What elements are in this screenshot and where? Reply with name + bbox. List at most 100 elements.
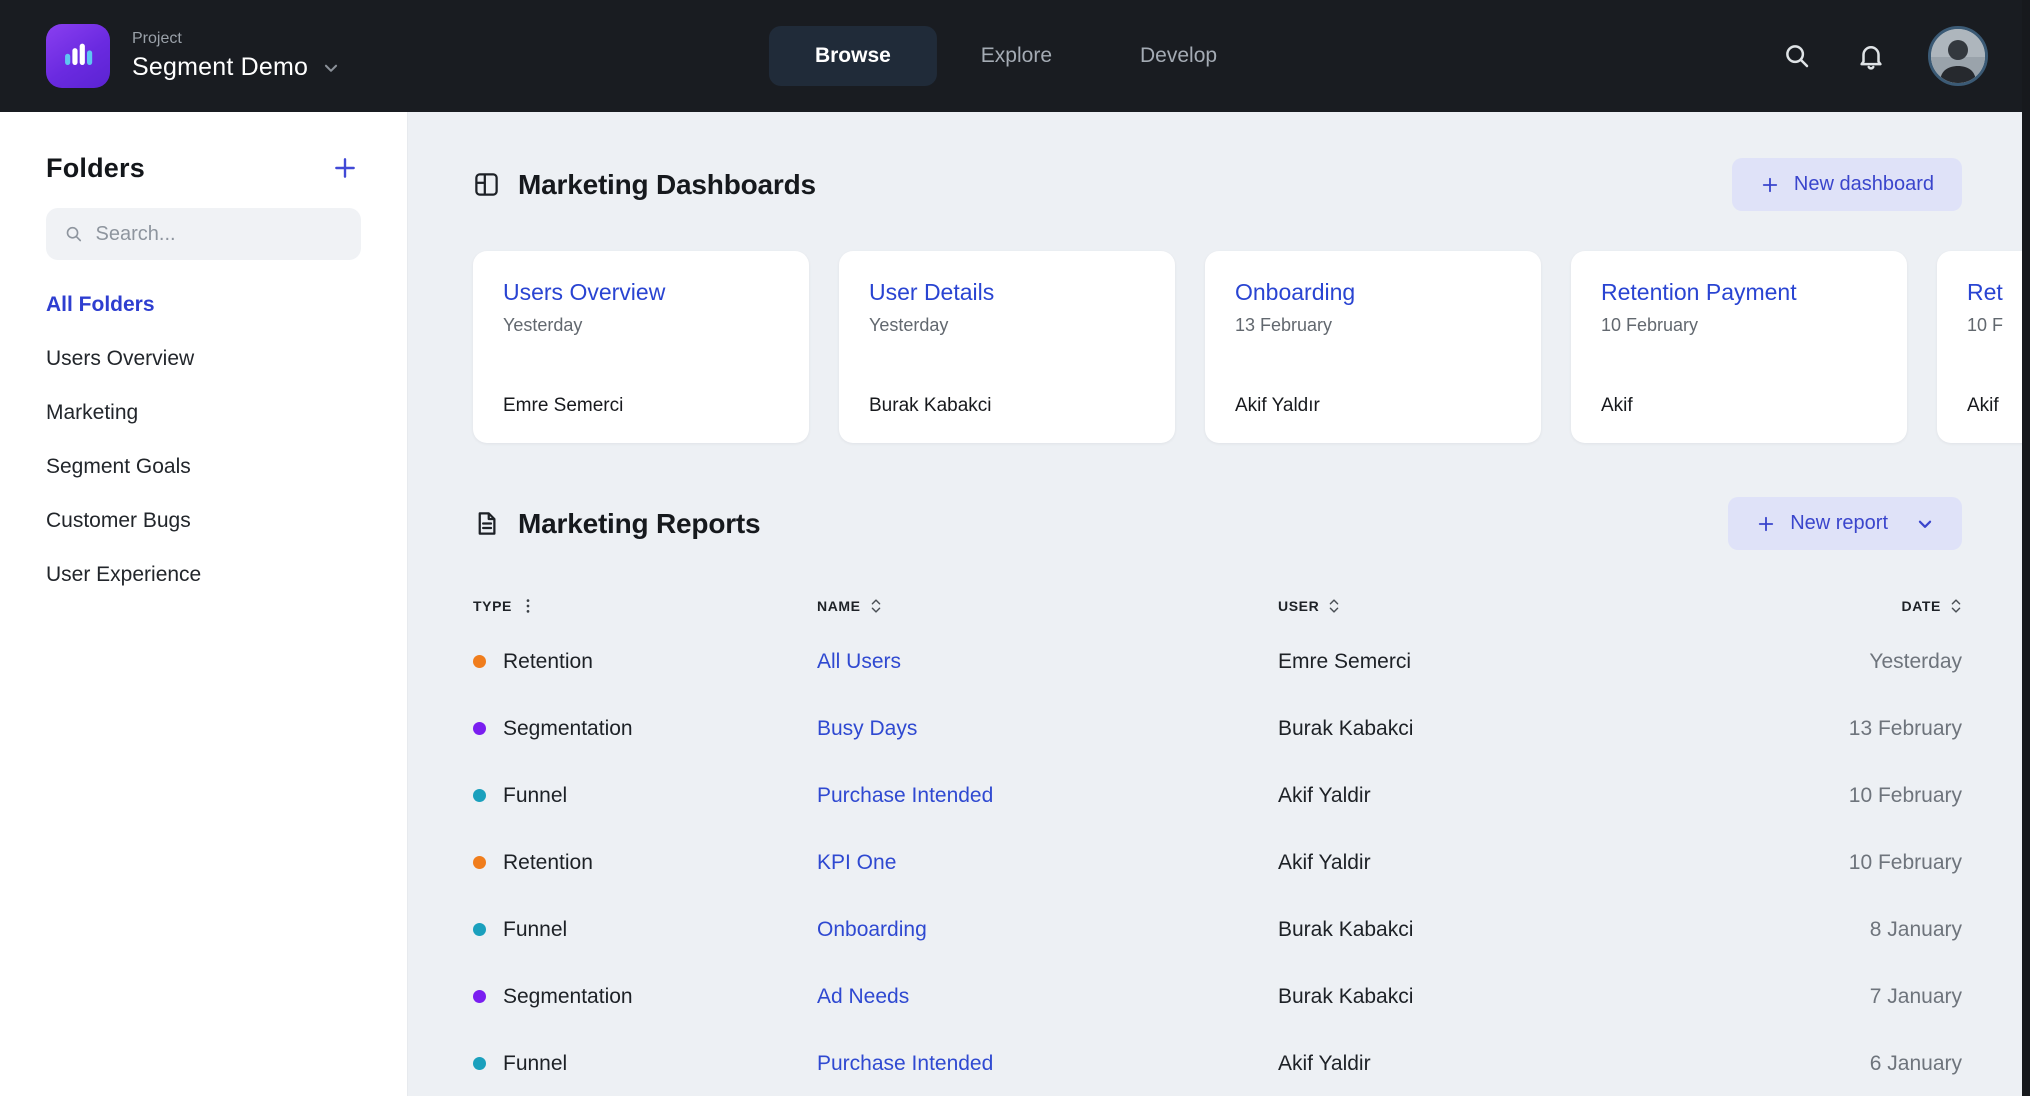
sidebar-title: Folders xyxy=(46,153,145,184)
folder-search xyxy=(46,208,361,260)
file-text-icon xyxy=(473,510,500,537)
sidebar-folder-item[interactable]: Marketing xyxy=(46,386,361,440)
sort-arrows-icon xyxy=(1328,597,1340,615)
report-type-cell: Funnel xyxy=(473,918,817,942)
reports-table-header: TYPE NAME USER xyxy=(473,584,1962,628)
kebab-dots-icon xyxy=(521,597,535,615)
report-name-link[interactable]: Purchase Intended xyxy=(817,784,1278,808)
new-dashboard-button[interactable]: New dashboard xyxy=(1732,158,1962,211)
dashboard-cards: Users Overview Yesterday Emre Semerci Us… xyxy=(473,251,1962,443)
dashboard-card-author: Akif xyxy=(1601,395,1877,417)
reports-title: Marketing Reports xyxy=(518,508,760,540)
folder-search-input[interactable] xyxy=(96,223,343,246)
folders-sidebar: Folders All Folders Users Overview Marke… xyxy=(0,112,408,1096)
report-date: 7 January xyxy=(1758,985,1962,1009)
report-type-dot xyxy=(473,923,486,936)
new-report-button[interactable]: New report xyxy=(1728,497,1962,550)
project-selector[interactable]: Project Segment Demo xyxy=(46,24,340,88)
report-row: Funnel Onboarding Burak Kabakci 8 Januar… xyxy=(473,896,1962,963)
project-label: Project xyxy=(132,30,340,48)
report-name-link[interactable]: KPI One xyxy=(817,851,1278,875)
dashboard-card-author: Burak Kabakci xyxy=(869,395,1145,417)
column-header-user[interactable]: USER xyxy=(1278,597,1758,615)
plus-icon xyxy=(1760,175,1780,195)
report-name-link[interactable]: Onboarding xyxy=(817,918,1278,942)
report-name-link[interactable]: Purchase Intended xyxy=(817,1052,1278,1076)
nav-tab[interactable]: Browse xyxy=(769,26,937,86)
report-name-link[interactable]: Ad Needs xyxy=(817,985,1278,1009)
dashboard-card[interactable]: Retention Payment 10 February Akif xyxy=(1571,251,1907,443)
report-type-label: Segmentation xyxy=(503,985,633,1009)
window-edge-strip xyxy=(2022,0,2030,1096)
dashboard-card-date: Yesterday xyxy=(869,315,1145,336)
report-type-cell: Funnel xyxy=(473,784,817,808)
report-user: Akif Yaldir xyxy=(1278,784,1758,808)
report-type-dot xyxy=(473,856,486,869)
report-type-label: Retention xyxy=(503,650,593,674)
report-type-cell: Funnel xyxy=(473,1052,817,1076)
dashboards-section: Marketing Dashboards New dashboard Users… xyxy=(473,158,1962,443)
dashboard-card[interactable]: User Details Yesterday Burak Kabakci xyxy=(839,251,1175,443)
report-date: 10 February xyxy=(1758,784,1962,808)
dashboard-card-date: Yesterday xyxy=(503,315,779,336)
add-folder-button[interactable] xyxy=(329,152,361,184)
sidebar-folder-item[interactable]: Segment Goals xyxy=(46,440,361,494)
report-row: Retention KPI One Akif Yaldir 10 Februar… xyxy=(473,829,1962,896)
reports-section: Marketing Reports New report TYPE xyxy=(473,497,1962,1096)
new-dashboard-label: New dashboard xyxy=(1794,173,1934,196)
user-avatar[interactable] xyxy=(1928,26,1988,86)
report-date: 8 January xyxy=(1758,918,1962,942)
bell-icon xyxy=(1856,41,1886,71)
report-row: Funnel Purchase Intended Akif Yaldir 10 … xyxy=(473,762,1962,829)
dashboard-card-title: Retention Payment xyxy=(1601,279,1877,306)
plus-icon xyxy=(1756,514,1776,534)
report-type-label: Segmentation xyxy=(503,717,633,741)
report-type-dot xyxy=(473,722,486,735)
folder-list: All Folders Users Overview Marketing Seg… xyxy=(46,278,361,602)
sidebar-folder-item[interactable]: All Folders xyxy=(46,278,361,332)
sidebar-folder-item[interactable]: User Experience xyxy=(46,548,361,602)
sidebar-folder-item[interactable]: Users Overview xyxy=(46,332,361,386)
layout-grid-icon xyxy=(473,171,500,198)
report-name-link[interactable]: All Users xyxy=(817,650,1278,674)
report-row: Segmentation Busy Days Burak Kabakci 13 … xyxy=(473,695,1962,762)
column-header-name[interactable]: NAME xyxy=(817,597,1278,615)
report-row: Funnel Purchase Intended Akif Yaldir 6 J… xyxy=(473,1030,1962,1096)
report-date: 10 February xyxy=(1758,851,1962,875)
dashboard-card[interactable]: Onboarding 13 February Akif Yaldır xyxy=(1205,251,1541,443)
dashboard-card-title: User Details xyxy=(869,279,1145,306)
sort-arrows-icon xyxy=(1950,597,1962,615)
notifications-button[interactable] xyxy=(1854,39,1888,73)
report-type-cell: Retention xyxy=(473,851,817,875)
report-user: Burak Kabakci xyxy=(1278,985,1758,1009)
bar-chart-icon xyxy=(60,38,96,74)
column-header-date[interactable]: DATE xyxy=(1758,597,1962,615)
chevron-down-icon xyxy=(322,59,340,77)
report-type-label: Funnel xyxy=(503,918,567,942)
report-type-cell: Segmentation xyxy=(473,985,817,1009)
search-button[interactable] xyxy=(1780,39,1814,73)
report-type-dot xyxy=(473,655,486,668)
dashboard-card-date: 10 February xyxy=(1601,315,1877,336)
report-date: Yesterday xyxy=(1758,650,1962,674)
search-icon xyxy=(1782,41,1812,71)
report-date: 13 February xyxy=(1758,717,1962,741)
nav-tab[interactable]: Develop xyxy=(1096,44,1261,68)
report-type-dot xyxy=(473,990,486,1003)
report-date: 6 January xyxy=(1758,1052,1962,1076)
report-name-link[interactable]: Busy Days xyxy=(817,717,1278,741)
nav-tab[interactable]: Explore xyxy=(937,44,1096,68)
report-type-dot xyxy=(473,789,486,802)
reports-table: TYPE NAME USER xyxy=(473,584,1962,1096)
dashboard-card[interactable]: Users Overview Yesterday Emre Semerci xyxy=(473,251,809,443)
avatar-photo xyxy=(1931,29,1985,83)
report-row: Retention All Users Emre Semerci Yesterd… xyxy=(473,628,1962,695)
dashboards-title: Marketing Dashboards xyxy=(518,169,816,201)
dashboard-card-title: Onboarding xyxy=(1235,279,1511,306)
sidebar-folder-item[interactable]: Customer Bugs xyxy=(46,494,361,548)
report-type-label: Funnel xyxy=(503,784,567,808)
search-icon xyxy=(64,223,84,245)
report-user: Burak Kabakci xyxy=(1278,717,1758,741)
column-header-type[interactable]: TYPE xyxy=(473,597,817,615)
dashboard-card[interactable]: Ret 10 F Akif xyxy=(1937,251,2030,443)
